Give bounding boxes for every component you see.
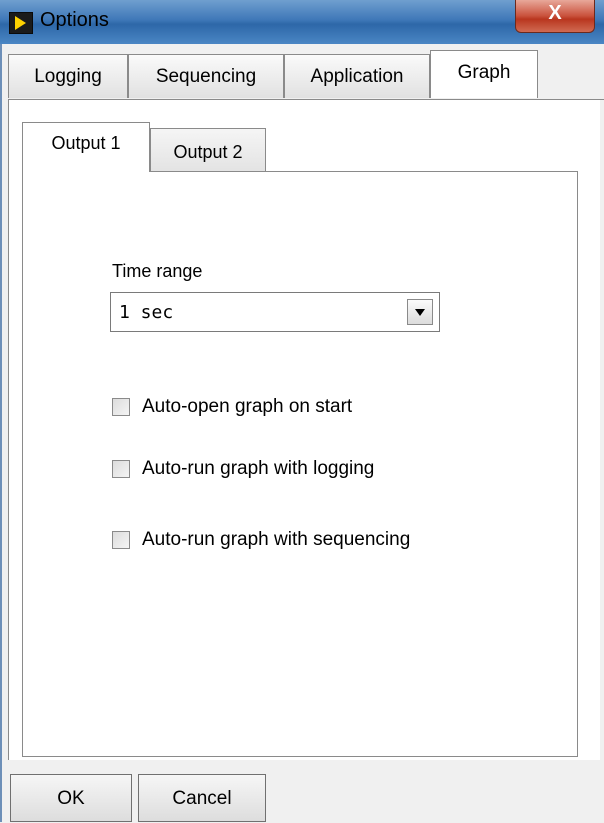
auto-run-logging-checkbox[interactable] (112, 460, 130, 478)
labview-icon (9, 12, 33, 34)
close-icon: X (548, 2, 562, 24)
time-range-value: 1 sec (119, 302, 174, 323)
tab-application[interactable]: Application (284, 54, 430, 98)
auto-run-sequencing-label: Auto-run graph with sequencing (142, 529, 411, 550)
chevron-down-icon[interactable] (407, 299, 433, 325)
button-bar: OK Cancel (8, 760, 604, 822)
ok-button[interactable]: OK (10, 774, 132, 822)
window-title: Options (40, 9, 109, 31)
tab-sequencing[interactable]: Sequencing (128, 54, 284, 98)
auto-open-graph-label: Auto-open graph on start (142, 396, 353, 417)
auto-run-logging-label: Auto-run graph with logging (142, 458, 375, 479)
close-button[interactable]: X (515, 0, 595, 33)
tab-output-2[interactable]: Output 2 (150, 128, 266, 172)
tab-logging[interactable]: Logging (8, 54, 128, 98)
time-range-select[interactable]: 1 sec (110, 292, 440, 332)
title-bar[interactable]: Options X (0, 0, 604, 44)
tab-output-1[interactable]: Output 1 (22, 122, 150, 172)
auto-open-graph-checkbox[interactable] (112, 398, 130, 416)
auto-run-sequencing-checkbox[interactable] (112, 531, 130, 549)
tab-graph[interactable]: Graph (430, 50, 538, 98)
time-range-label: Time range (112, 261, 203, 281)
cancel-button[interactable]: Cancel (138, 774, 266, 822)
